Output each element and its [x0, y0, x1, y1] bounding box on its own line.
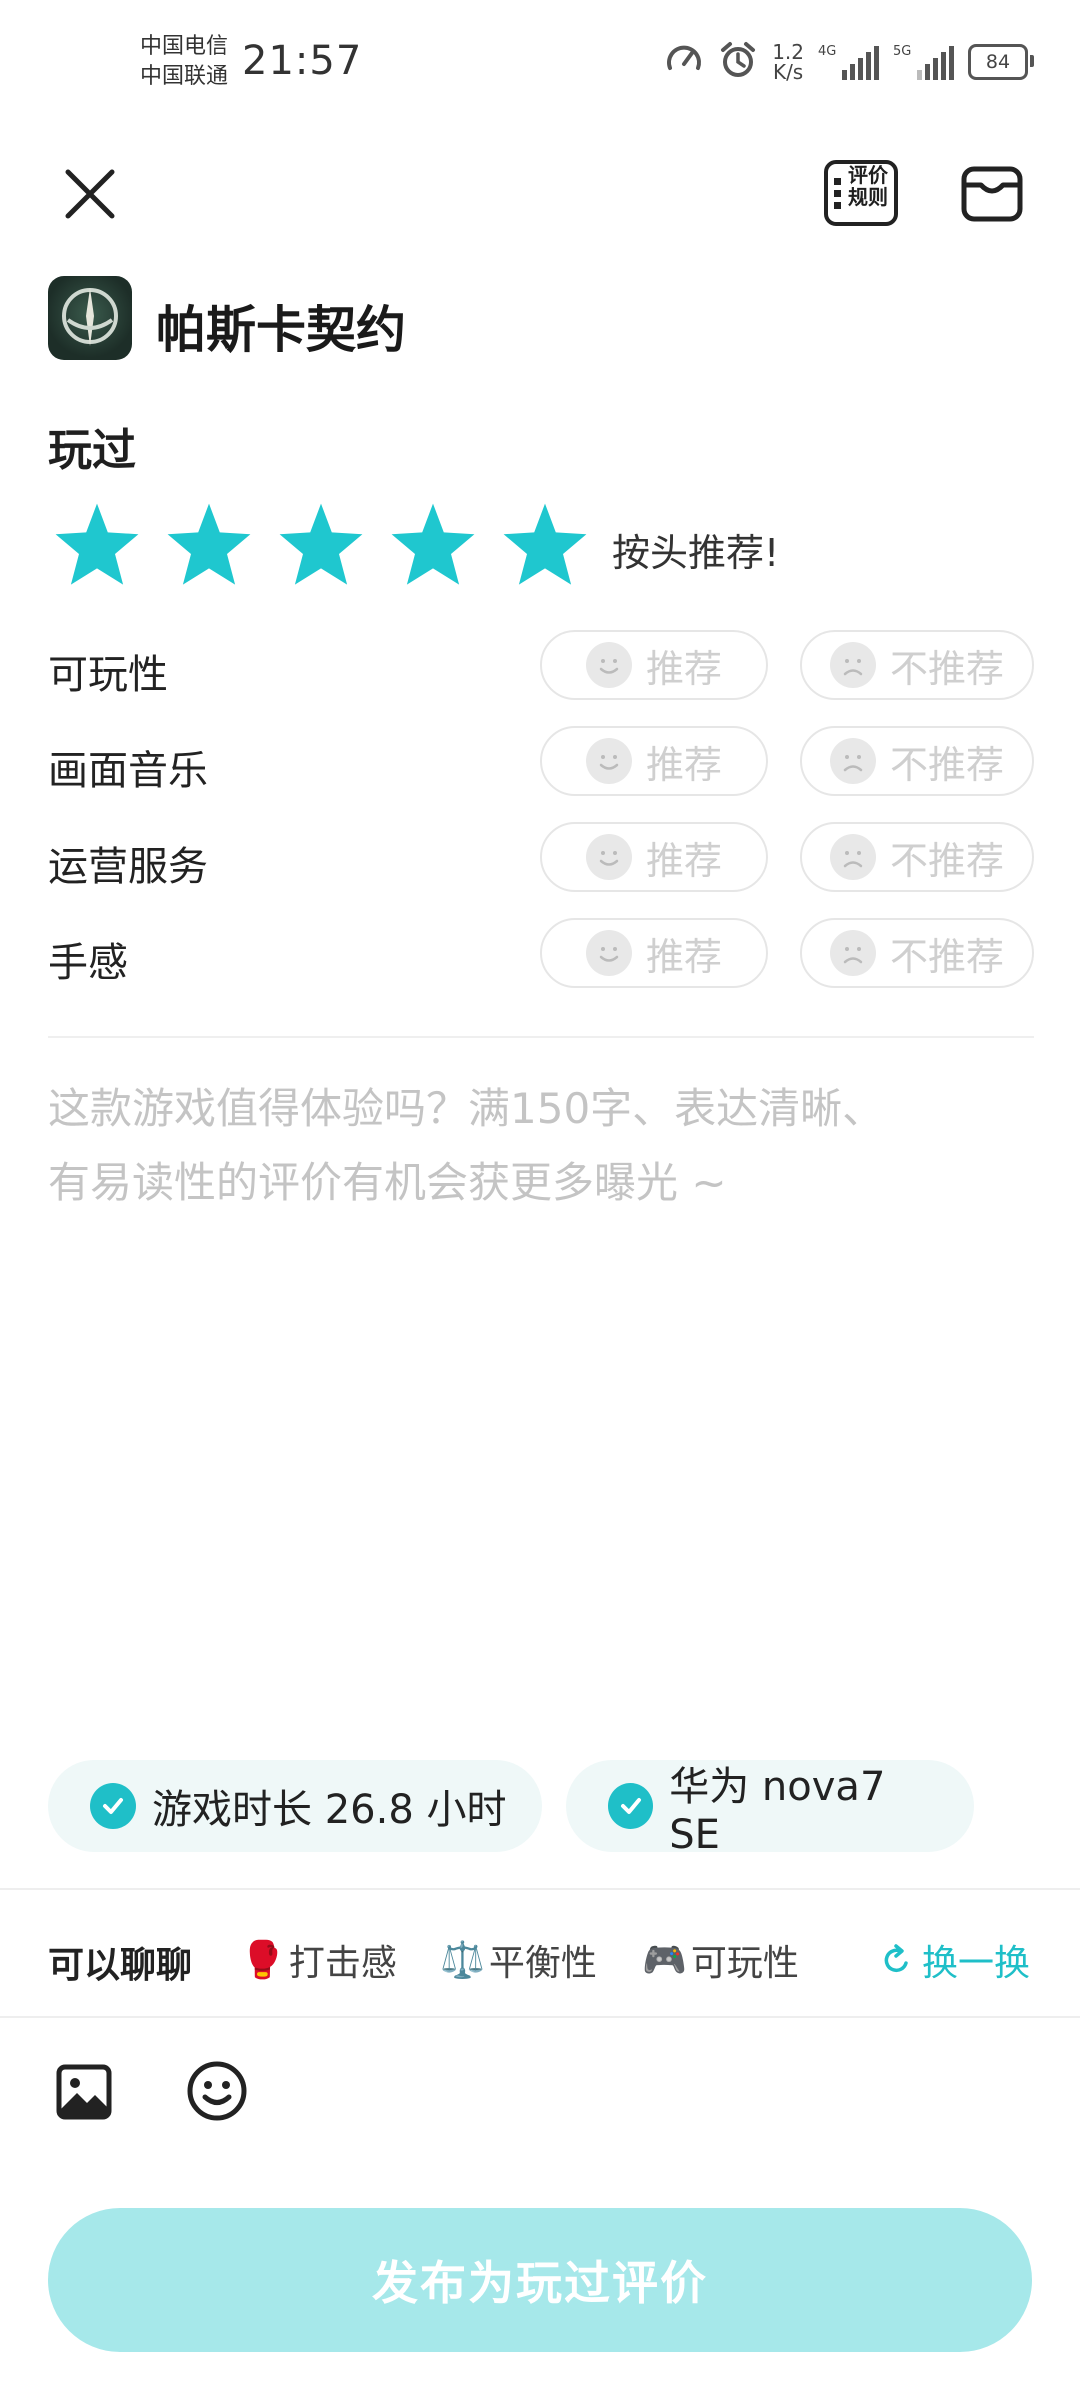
divider — [48, 1036, 1034, 1038]
topic-chip[interactable]: 🎮 可玩性 — [642, 1934, 799, 1986]
game-logo — [48, 276, 132, 360]
frown-icon — [829, 930, 876, 976]
battery-level: 84 — [985, 51, 1011, 73]
aspect-label: 运营服务 — [48, 844, 208, 890]
star-icon[interactable] — [52, 500, 142, 590]
recommend-label: 推荐 — [645, 934, 722, 979]
rating-label: 按头推荐! — [612, 531, 780, 575]
played-section-title: 玩过 — [48, 425, 136, 476]
recommend-button[interactable]: 推荐 — [540, 918, 768, 988]
topic-chip[interactable]: ⚖️ 平衡性 — [440, 1934, 597, 1986]
smile-icon — [585, 930, 632, 976]
carrier-2: 中国联通 — [140, 64, 229, 89]
recommend-button[interactable]: 推荐 — [540, 630, 768, 700]
swap-label: 换一换 — [922, 1943, 1031, 1984]
not-recommend-button[interactable]: 不推荐 — [800, 630, 1034, 700]
box-icon — [961, 166, 1023, 222]
topic-label: 平衡性 — [488, 1943, 597, 1984]
gamepad-icon: 🎮 — [642, 1940, 687, 1981]
not-recommend-label: 不推荐 — [889, 838, 1004, 883]
net-speed-unit: K/s — [772, 60, 804, 84]
device-label: 华为 nova7 SE — [669, 1764, 886, 1858]
rating-rules-button[interactable]: 评价 规则 — [824, 160, 898, 226]
not-recommend-button[interactable]: 不推荐 — [800, 918, 1034, 988]
playtime-chip[interactable]: 游戏时长 26.8 小时 — [48, 1760, 542, 1852]
frown-icon — [829, 738, 876, 784]
status-icons: 1.2 K/s 4G 5G 84 — [664, 40, 1034, 84]
device-chip[interactable]: 华为 nova7 SE — [566, 1760, 974, 1858]
review-placeholder-line1: 这款游戏值得体验吗？满150字、表达清晰、 — [48, 1084, 885, 1133]
not-recommend-label: 不推荐 — [889, 934, 1004, 979]
recommend-label: 推荐 — [645, 742, 722, 787]
recommend-button[interactable]: 推荐 — [540, 726, 768, 796]
star-icon[interactable] — [276, 500, 366, 590]
image-icon — [56, 2064, 112, 2120]
boxing-glove-icon: 🥊 — [240, 1940, 285, 1981]
aspect-label: 可玩性 — [48, 652, 168, 698]
net-speed: 1.2 K/s — [772, 42, 804, 82]
check-icon — [608, 1783, 654, 1829]
star-rating[interactable] — [52, 500, 590, 590]
aspect-label: 手感 — [48, 940, 128, 986]
net-speed-value: 1.2 — [772, 40, 804, 64]
emoji-icon — [187, 2061, 247, 2121]
not-recommend-button[interactable]: 不推荐 — [800, 726, 1034, 796]
not-recommend-label: 不推荐 — [889, 742, 1004, 787]
swap-topics-button[interactable]: 换一换 — [880, 1934, 1030, 1986]
not-recommend-button[interactable]: 不推荐 — [800, 822, 1034, 892]
review-text-input[interactable]: 这款游戏值得体验吗？满150字、表达清晰、 有易读性的评价有机会获更多曝光 ~ — [48, 1072, 1038, 1220]
recommend-button[interactable]: 推荐 — [540, 822, 768, 892]
topic-chip[interactable]: 🥊 打击感 — [240, 1934, 397, 1986]
star-icon[interactable] — [164, 500, 254, 590]
smile-icon — [585, 642, 632, 688]
signal-5g-icon: 5G — [893, 44, 954, 80]
frown-icon — [829, 642, 876, 688]
alarm-icon — [718, 40, 758, 84]
carrier-1: 中国电信 — [140, 34, 229, 59]
game-title: 帕斯卡契约 — [156, 301, 406, 359]
aspect-label: 画面音乐 — [48, 748, 208, 794]
refresh-icon — [884, 1944, 908, 1973]
signal-5g-tag: 5G — [893, 44, 912, 59]
insert-emoji-button[interactable] — [184, 2058, 250, 2124]
signal-4g-tag: 4G — [818, 44, 837, 59]
recommend-label: 推荐 — [645, 646, 722, 691]
rules-label-line2: 规则 — [848, 185, 888, 209]
topic-label: 可玩性 — [690, 1943, 799, 1984]
signal-4g-icon: 4G — [818, 44, 879, 80]
star-icon[interactable] — [500, 500, 590, 590]
insert-image-button[interactable] — [52, 2060, 116, 2124]
topic-label: 打击感 — [288, 1943, 397, 1984]
list-icon — [834, 178, 841, 185]
rules-label-line1: 评价 — [848, 163, 888, 187]
smile-icon — [585, 738, 632, 784]
smile-icon — [585, 834, 632, 880]
status-carriers: 中国电信 中国联通 — [140, 32, 228, 92]
close-button[interactable] — [58, 162, 122, 226]
not-recommend-label: 不推荐 — [889, 646, 1004, 691]
status-time: 21:57 — [242, 38, 363, 84]
star-icon[interactable] — [388, 500, 478, 590]
playtime-label: 游戏时长 26.8 小时 — [152, 1787, 507, 1833]
recommend-label: 推荐 — [645, 838, 722, 883]
publish-review-button[interactable]: 发布为玩过评价 — [48, 2208, 1032, 2352]
close-icon — [65, 169, 115, 219]
speedometer-icon — [664, 40, 704, 84]
battery-icon: 84 — [968, 44, 1034, 80]
balance-scale-icon: ⚖️ — [440, 1940, 485, 1981]
drafts-box-button[interactable] — [956, 158, 1028, 230]
frown-icon — [829, 834, 876, 880]
topic-lead-label: 可以聊聊 — [48, 1945, 193, 1986]
check-icon — [90, 1783, 136, 1829]
review-placeholder-line2: 有易读性的评价有机会获更多曝光 ~ — [48, 1158, 727, 1207]
